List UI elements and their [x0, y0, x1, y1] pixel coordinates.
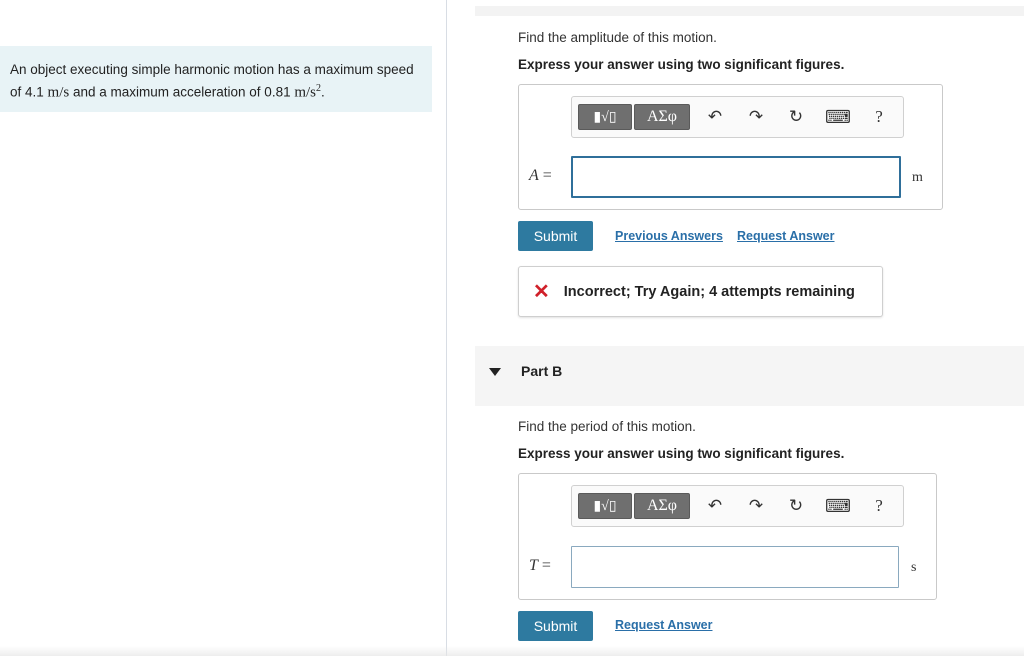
part-a-question: Find the amplitude of this motion.: [518, 30, 717, 45]
part-a-request-answer-link[interactable]: Request Answer: [737, 229, 834, 243]
problem-pane: An object executing simple harmonic moti…: [0, 0, 446, 656]
part-a-unit: m: [912, 170, 923, 185]
part-a-answer-input[interactable]: [571, 156, 901, 198]
problem-statement: An object executing simple harmonic moti…: [0, 46, 432, 112]
templates-button[interactable]: ▮√▯: [578, 493, 632, 519]
bottom-shadow: [0, 646, 1024, 656]
greek-symbols-button[interactable]: ΑΣφ: [634, 493, 690, 519]
problem-text-middle: and a maximum acceleration of 0.81: [69, 84, 295, 100]
reset-icon[interactable]: ↻: [785, 495, 807, 517]
part-a-variable: A: [529, 167, 539, 184]
part-b-instruction: Express your answer using two significan…: [518, 446, 845, 461]
speed-unit: m/s: [47, 84, 70, 101]
redo-icon[interactable]: ↷: [745, 106, 767, 128]
part-a-submit-button[interactable]: Submit: [518, 221, 593, 251]
part-b-title[interactable]: Part B: [521, 363, 562, 379]
part-b-question: Find the period of this motion.: [518, 419, 696, 434]
templates-button[interactable]: ▮√▯: [578, 104, 632, 130]
part-b-equals: =: [537, 557, 551, 574]
reset-icon[interactable]: ↻: [785, 106, 807, 128]
part-b-answer-input[interactable]: [571, 546, 899, 588]
redo-icon[interactable]: ↷: [745, 495, 767, 517]
incorrect-x-icon: ✕: [533, 280, 550, 303]
caret-down-icon[interactable]: [489, 368, 501, 376]
part-b-math-toolbar: ▮√▯ ΑΣφ ↶ ↷ ↻ ⌨ ?: [571, 485, 904, 527]
feedback-text: Incorrect; Try Again; 4 attempts remaini…: [563, 283, 855, 300]
part-b-answer-box: ▮√▯ ΑΣφ ↶ ↷ ↻ ⌨ ? T = s: [518, 473, 937, 600]
part-a-variable-label: A =: [529, 167, 552, 185]
part-b-variable: T: [529, 557, 538, 574]
part-b-variable-label: T =: [529, 557, 551, 575]
part-a-equals: =: [538, 167, 552, 184]
problem-text-end: .: [321, 84, 325, 100]
undo-icon[interactable]: ↶: [704, 495, 726, 517]
part-a-math-toolbar: ▮√▯ ΑΣφ ↶ ↷ ↻ ⌨ ?: [571, 96, 904, 138]
help-icon[interactable]: ?: [868, 495, 890, 517]
part-a-feedback: ✕ Incorrect; Try Again; 4 attempts remai…: [518, 266, 883, 317]
help-icon[interactable]: ?: [868, 106, 890, 128]
part-b-header[interactable]: Part B: [475, 346, 1024, 406]
answer-pane: Find the amplitude of this motion. Expre…: [447, 0, 1024, 656]
part-a-instruction: Express your answer using two significan…: [518, 57, 845, 72]
accel-unit: m/s: [294, 84, 317, 101]
previous-answers-link[interactable]: Previous Answers: [615, 229, 723, 243]
keyboard-icon[interactable]: ⌨: [825, 495, 851, 517]
undo-icon[interactable]: ↶: [704, 106, 726, 128]
greek-symbols-button[interactable]: ΑΣφ: [634, 104, 690, 130]
keyboard-icon[interactable]: ⌨: [825, 106, 851, 128]
part-b-request-answer-link[interactable]: Request Answer: [615, 618, 712, 632]
part-b-submit-button[interactable]: Submit: [518, 611, 593, 641]
part-b-unit: s: [911, 560, 917, 575]
part-a-answer-box: ▮√▯ ΑΣφ ↶ ↷ ↻ ⌨ ? A = m: [518, 84, 943, 210]
